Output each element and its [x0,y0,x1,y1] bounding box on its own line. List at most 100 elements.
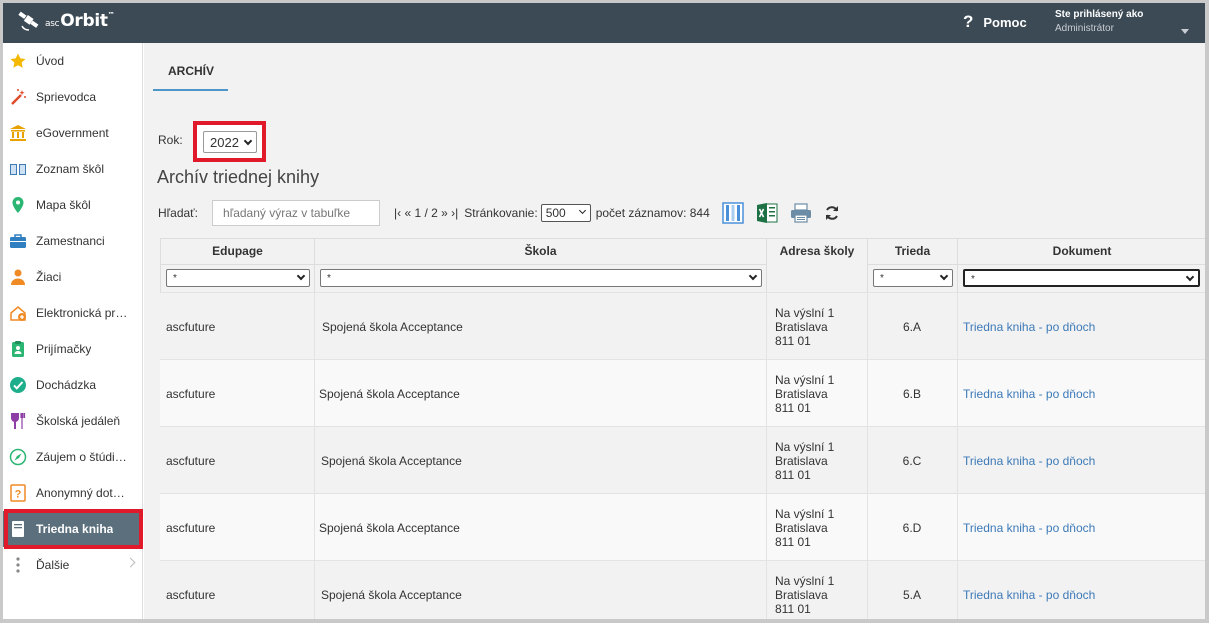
sidebar-item-dochadzka[interactable]: Dochádzka [3,367,142,403]
star-icon [9,52,27,70]
check-circle-icon [9,376,27,394]
columns-icon[interactable] [722,202,744,224]
sidebar-item-uvod[interactable]: Úvod [3,43,142,79]
more-dots-icon [9,556,27,574]
clipboard-user-icon [9,340,27,358]
cell-edupage: ascfuture [166,453,216,468]
document-link[interactable]: Triedna kniha - po dňoch [963,561,1095,619]
table-row[interactable]: ascfuture Spojená škola Acceptance Na vý… [160,426,1205,494]
year-label: Rok: [158,133,183,147]
briefcase-icon [9,232,27,250]
sidebar-item-ziaci[interactable]: Žiaci [3,259,142,295]
logo[interactable]: ascOrbit™ [17,10,115,32]
cell-adresa: Na výslní 1 Bratislava 811 01 [775,573,835,616]
sidebar-item-prijimacky[interactable]: Prijímačky [3,331,142,367]
sidebar: Úvod Sprievodca eGovernment Zoznam škôl … [3,43,143,619]
user-menu[interactable]: Ste prihlásený ako Administrátor [1055,9,1193,34]
column-dokument[interactable]: Dokument * [958,239,1205,293]
class-book-icon [9,520,27,538]
cell-skola: Spojená škola Acceptance [319,386,460,401]
cell-edupage: ascfuture [166,386,216,401]
filter-trieda[interactable]: * [873,269,953,287]
cell-trieda: 6.B [902,386,921,401]
table-row[interactable]: ascfuture Spojená škola Acceptance Na vý… [160,292,1205,360]
record-count: počet záznamov: 844 [595,206,710,220]
cutlery-icon [9,412,27,430]
cell-edupage: ascfuture [166,520,216,535]
sidebar-item-zamestnanci[interactable]: Zamestnanci [3,223,142,259]
cell-trieda: 6.C [902,453,922,468]
chevron-right-icon [125,557,136,568]
cell-skola: Spojená škola Acceptance [321,587,462,602]
chevron-down-icon [748,271,758,281]
filter-dokument[interactable]: * [963,269,1200,287]
filter-skola[interactable]: * [320,269,762,287]
year-select[interactable]: 2022 [203,131,257,153]
document-link[interactable]: Triedna kniha - po dňoch [963,494,1095,561]
refresh-icon[interactable] [824,205,840,221]
table-row[interactable]: ascfuture Spojená škola Acceptance Na vý… [160,359,1205,427]
page-title: Archív triednej knihy [157,167,320,187]
svg-text:?: ? [15,489,22,501]
logo-text: ascOrbit™ [45,11,115,31]
cell-trieda: 6.A [902,319,921,334]
student-icon [9,268,27,286]
bank-icon [9,124,27,142]
filter-edupage[interactable]: * [166,269,310,287]
user-role: Administrátor [1055,23,1114,34]
table-row[interactable]: ascfuture Spojená škola Acceptance Na vý… [160,560,1205,619]
compass-icon [9,448,27,466]
page-size-select[interactable]: 500 [540,204,591,222]
column-trieda[interactable]: Trieda * [868,239,958,293]
chevron-down-icon [939,271,949,281]
top-bar: ascOrbit™ ? Pomoc Ste prihlásený ako Adm… [3,3,1205,43]
document-link[interactable]: Triedna kniha - po dňoch [963,360,1095,427]
cell-edupage: ascfuture [166,319,216,334]
satellite-icon [18,11,39,31]
document-link[interactable]: Triedna kniha - po dňoch [963,293,1095,360]
excel-icon[interactable] [756,202,778,224]
sidebar-item-mapa-skol[interactable]: Mapa škôl [3,187,142,223]
chevron-down-icon [243,136,253,146]
app-window: ascOrbit™ ? Pomoc Ste prihlásený ako Adm… [0,0,1209,623]
cell-skola: Spojená škola Acceptance [322,319,463,334]
chevron-down-icon [578,206,586,215]
table-row[interactable]: ascfuture Spojená škola Acceptance Na vý… [160,493,1205,561]
sidebar-item-egovernment[interactable]: eGovernment [3,115,142,151]
sidebar-item-triedna-kniha[interactable]: Triedna kniha [3,511,142,547]
column-skola[interactable]: Škola * [315,239,767,293]
print-icon[interactable] [790,202,812,224]
column-adresa-skoly[interactable]: Adresa školy [767,239,868,293]
cell-edupage: ascfuture [166,587,216,602]
archive-table: Edupage * Škola * Adresa školy Trieda * [160,238,1205,619]
search-label: Hľadať: [158,206,199,220]
sidebar-item-zaujem-o-studium[interactable]: Záujem o štúdi… [3,439,142,475]
sidebar-item-sprievodca[interactable]: Sprievodca [3,79,142,115]
sidebar-item-anonymny-dotaznik[interactable]: ? Anonymný dot… [3,475,142,511]
cell-trieda: 6.D [902,520,922,535]
sidebar-item-zoznam-skol[interactable]: Zoznam škôl [3,151,142,187]
column-edupage[interactable]: Edupage * [161,239,315,293]
tab-archiv[interactable]: ARCHÍV [153,57,229,91]
paging-label: Stránkovanie: [464,206,538,220]
cell-adresa: Na výslní 1 Bratislava 811 01 [775,506,835,549]
chevron-down-icon [1185,272,1195,282]
main-content: ARCHÍV Rok: 2022 Archív triednej knihy H… [144,43,1205,619]
wand-icon [9,88,27,106]
document-link[interactable]: Triedna kniha - po dňoch [963,427,1095,494]
question-box-icon: ? [9,484,27,502]
sidebar-item-elektronicka-prihlaska[interactable]: Elektronická pr… [3,295,142,331]
search-input[interactable]: hľadaný výraz v tabuľke [212,200,381,226]
cell-adresa: Na výslní 1 Bratislava 811 01 [775,305,835,348]
cell-adresa: Na výslní 1 Bratislava 811 01 [775,439,835,482]
cell-skola: Spojená škola Acceptance [321,453,462,468]
pager[interactable]: |‹ « 1 / 2 » ›| [394,206,458,220]
table-toolbar: Hľadať: hľadaný výraz v tabuľke |‹ « 1 /… [158,199,852,227]
sidebar-item-dalsie[interactable]: Ďalšie [3,547,142,583]
highlight-box-year: 2022 [193,121,266,162]
sidebar-item-skolska-jedalen[interactable]: Školská jedáleň [3,403,142,439]
chevron-down-icon [296,271,306,281]
table-header: Edupage * Škola * Adresa školy Trieda * [160,238,1205,293]
table-body: ascfuture Spojená škola Acceptance Na vý… [160,292,1205,619]
help-button[interactable]: ? Pomoc [963,13,1027,30]
